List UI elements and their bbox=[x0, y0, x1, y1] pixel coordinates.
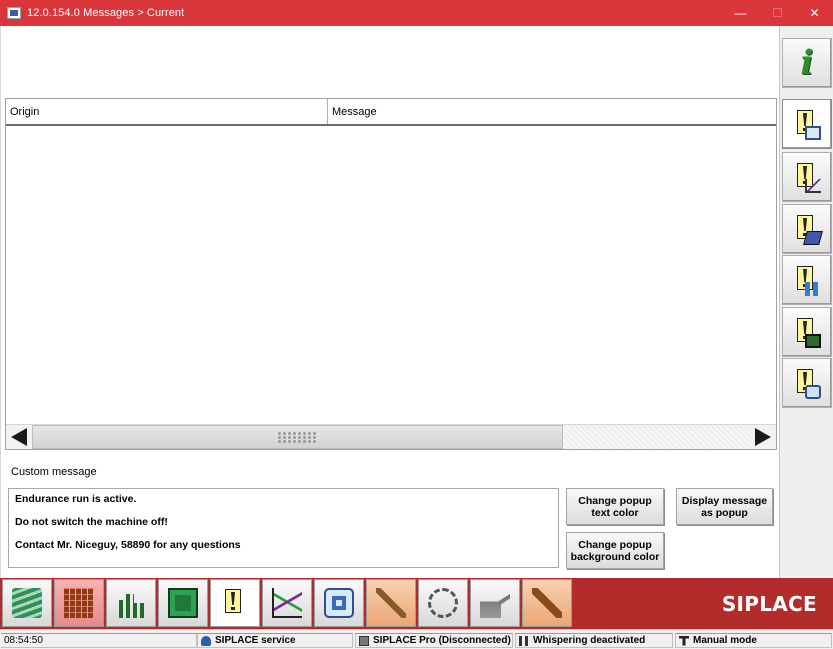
messages-log-icon bbox=[793, 213, 823, 245]
status-connection: SIPLACE Pro (Disconnected) bbox=[355, 633, 513, 648]
messages-button[interactable] bbox=[210, 579, 260, 627]
messages-statistics-icon bbox=[793, 161, 821, 193]
messages-bar-chart-button[interactable] bbox=[782, 255, 832, 305]
bar-graph-button[interactable] bbox=[106, 579, 156, 627]
messages-camera-icon bbox=[793, 367, 821, 399]
messages-icon bbox=[221, 587, 249, 619]
maximize-button[interactable]: ☐ bbox=[759, 0, 796, 26]
messages-log-button[interactable] bbox=[782, 204, 832, 254]
siplace-logo: SIPLACE bbox=[721, 592, 817, 616]
column-header-origin[interactable]: Origin bbox=[6, 99, 328, 124]
wrench-button[interactable] bbox=[522, 579, 572, 627]
status-bar: 08:54:50 SIPLACE service SIPLACE Pro (Di… bbox=[0, 629, 833, 649]
scroll-track[interactable] bbox=[563, 425, 750, 449]
main-toolbar: SIPLACE bbox=[0, 578, 833, 629]
user-text: SIPLACE service bbox=[215, 635, 296, 646]
mode-text: Manual mode bbox=[693, 635, 757, 646]
messages-display-icon bbox=[793, 316, 821, 348]
status-mode: Manual mode bbox=[675, 633, 832, 648]
arrow-left-icon bbox=[11, 428, 27, 446]
manual-mode-icon bbox=[679, 635, 689, 646]
placement-grid-button[interactable] bbox=[54, 579, 104, 627]
button-label: Display message as popup bbox=[681, 494, 768, 519]
messages-camera-button[interactable] bbox=[782, 358, 832, 408]
camera-button[interactable] bbox=[314, 579, 364, 627]
side-toolbar: i bbox=[779, 26, 833, 578]
horizontal-scrollbar[interactable] bbox=[6, 424, 776, 449]
camera-icon bbox=[324, 588, 354, 618]
message-line: Contact Mr. Niceguy, 58890 for any quest… bbox=[15, 539, 241, 551]
app-icon bbox=[7, 7, 21, 19]
scroll-left-button[interactable] bbox=[6, 425, 32, 449]
time-text: 08:54:50 bbox=[4, 635, 43, 646]
grid-header: Origin Message bbox=[6, 99, 776, 126]
status-time: 08:54:50 bbox=[1, 633, 197, 648]
title-bar: 12.0.154.0 Messages > Current — ☐ ✕ bbox=[0, 0, 833, 26]
grip-icon bbox=[278, 431, 317, 443]
whisper-icon bbox=[519, 635, 529, 646]
hand-gear-button[interactable] bbox=[418, 579, 468, 627]
close-button[interactable]: ✕ bbox=[796, 0, 833, 26]
change-popup-text-color-button[interactable]: Change popup text color bbox=[566, 488, 664, 525]
feeder-oil-icon bbox=[480, 594, 510, 618]
board-button[interactable] bbox=[158, 579, 208, 627]
line-chart-button[interactable] bbox=[262, 579, 312, 627]
wrench-icon bbox=[532, 588, 562, 618]
tools-icon bbox=[376, 588, 406, 618]
minimize-button[interactable]: — bbox=[722, 0, 759, 26]
connection-text: SIPLACE Pro (Disconnected) bbox=[373, 635, 511, 646]
messages-statistics-button[interactable] bbox=[782, 152, 832, 202]
whispering-text: Whispering deactivated bbox=[533, 635, 646, 646]
custom-message-label: Custom message bbox=[11, 466, 97, 478]
custom-message-textarea[interactable]: Endurance run is active. Do not switch t… bbox=[8, 488, 559, 568]
button-label: Change popup background color bbox=[570, 538, 660, 563]
change-popup-background-color-button[interactable]: Change popup background color bbox=[566, 532, 664, 569]
server-icon bbox=[359, 635, 369, 646]
scroll-thumb[interactable] bbox=[32, 425, 563, 449]
status-user: SIPLACE service bbox=[197, 633, 353, 648]
info-area bbox=[1, 26, 779, 96]
message-line: Endurance run is active. bbox=[15, 493, 137, 505]
bar-graph-icon bbox=[116, 594, 146, 618]
messages-current-icon bbox=[793, 108, 821, 140]
components-icon bbox=[12, 588, 42, 618]
board-icon bbox=[168, 588, 198, 618]
messages-current-button[interactable] bbox=[782, 99, 832, 149]
status-whispering: Whispering deactivated bbox=[515, 633, 673, 648]
window-title: 12.0.154.0 Messages > Current bbox=[27, 7, 185, 19]
messages-bar-chart-icon bbox=[793, 264, 821, 296]
messages-grid[interactable]: Origin Message bbox=[5, 98, 777, 450]
window-controls: — ☐ ✕ bbox=[722, 0, 833, 26]
line-chart-icon bbox=[272, 588, 302, 618]
hand-gear-icon bbox=[428, 588, 458, 618]
messages-display-button[interactable] bbox=[782, 307, 832, 357]
button-label: Change popup text color bbox=[578, 494, 652, 519]
info-button[interactable]: i bbox=[782, 38, 832, 88]
user-icon bbox=[201, 635, 211, 646]
components-button[interactable] bbox=[2, 579, 52, 627]
tools-button[interactable] bbox=[366, 579, 416, 627]
scroll-right-button[interactable] bbox=[750, 425, 776, 449]
column-header-message[interactable]: Message bbox=[328, 99, 776, 124]
placement-grid-icon bbox=[64, 588, 94, 618]
display-message-as-popup-button[interactable]: Display message as popup bbox=[676, 488, 773, 525]
message-line: Do not switch the machine off! bbox=[15, 516, 168, 528]
feeder-oil-button[interactable] bbox=[470, 579, 520, 627]
info-icon: i bbox=[800, 43, 814, 83]
arrow-right-icon bbox=[755, 428, 771, 446]
